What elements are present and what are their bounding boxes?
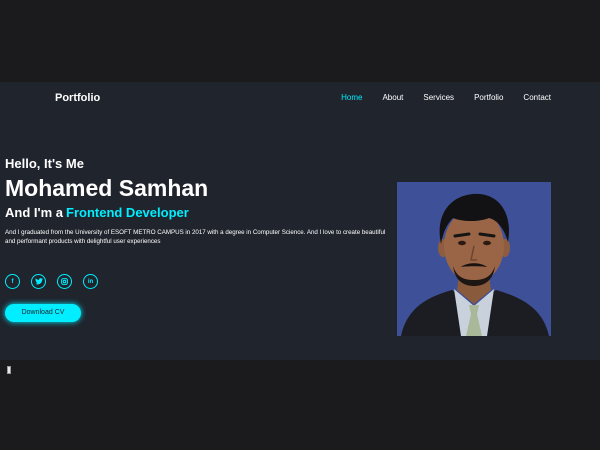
brand-logo[interactable]: Portfolio xyxy=(55,91,100,105)
twitter-bird-glyph xyxy=(34,278,43,285)
twitter-icon[interactable] xyxy=(31,274,46,289)
hero-bio: And I graduated from the University of E… xyxy=(5,229,386,245)
profile-portrait xyxy=(397,182,551,336)
hero-greeting: Hello, It's Me xyxy=(5,156,84,171)
top-letterbox xyxy=(0,0,600,82)
instagram-icon[interactable] xyxy=(57,274,72,289)
bottom-letterbox xyxy=(0,360,600,450)
nav-contact[interactable]: Contact xyxy=(523,92,551,104)
cursor-icon xyxy=(7,366,11,374)
nav-services[interactable]: Services xyxy=(423,92,454,104)
profile-photo xyxy=(397,182,551,336)
main-nav: Home About Services Portfolio Contact xyxy=(321,92,551,104)
nav-about[interactable]: About xyxy=(382,92,403,104)
nav-home[interactable]: Home xyxy=(341,92,362,104)
hero-role-title: Frontend Developer xyxy=(66,205,189,220)
download-cv-button[interactable]: Download CV xyxy=(5,304,81,322)
hero-name: Mohamed Samhan xyxy=(5,175,209,201)
nav-portfolio[interactable]: Portfolio xyxy=(474,92,503,104)
hero-role-prefix: And I'm a xyxy=(5,205,63,220)
hero-role: And I'm a Frontend Developer xyxy=(5,205,189,221)
instagram-camera-glyph xyxy=(61,278,68,285)
facebook-icon[interactable]: f xyxy=(5,274,20,289)
portfolio-page: Portfolio Home About Services Portfolio … xyxy=(0,82,600,360)
social-links: f in xyxy=(5,274,109,289)
linkedin-icon[interactable]: in xyxy=(83,274,98,289)
